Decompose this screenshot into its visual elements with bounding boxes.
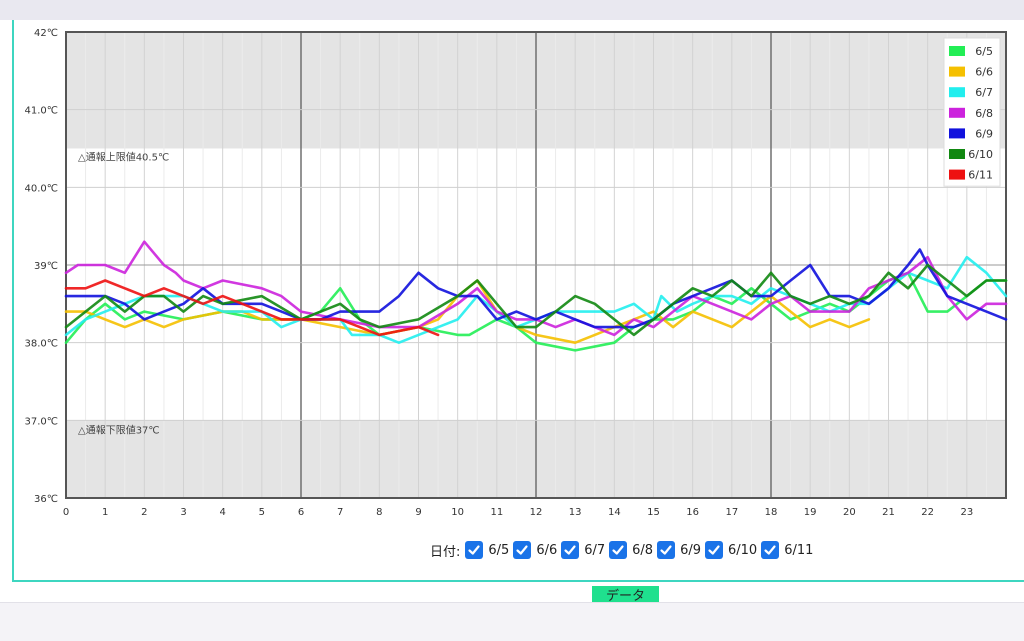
x-tick-label: 19: [804, 507, 817, 518]
x-tick-label: 16: [686, 507, 699, 518]
x-tick-label: 13: [569, 507, 582, 518]
x-tick-label: 17: [725, 507, 738, 518]
y-tick-label: 42℃: [34, 28, 58, 39]
checkbox-checked-icon[interactable]: [465, 541, 484, 559]
legend-swatch: [949, 107, 965, 118]
y-tick-label: 37.0℃: [25, 416, 59, 427]
x-tick-label: 0: [63, 507, 69, 518]
x-tick-label: 14: [608, 507, 621, 518]
legend-label: 6/5: [975, 45, 993, 58]
legend-label: 6/7: [975, 86, 993, 99]
x-tick-label: 21: [882, 507, 895, 518]
x-tick-label: 3: [180, 507, 186, 518]
top-bar: [0, 0, 1024, 20]
x-tick-label: 15: [647, 507, 660, 518]
y-tick-label: 39℃: [34, 261, 58, 272]
x-tick-label: 18: [765, 507, 778, 518]
date-filter-item[interactable]: 6/9: [657, 541, 701, 559]
x-tick-label: 11: [490, 507, 503, 518]
x-tick-label: 22: [921, 507, 934, 518]
panel-bottom-border: [12, 580, 1024, 582]
date-filter-items: 6/5 6/6 6/7 6/8 6/9 6/10 6/11: [465, 541, 817, 559]
legend-swatch: [949, 169, 965, 180]
checkbox-checked-icon[interactable]: [705, 541, 723, 559]
date-filter-item[interactable]: 6/8: [609, 541, 653, 559]
x-tick-label: 4: [219, 507, 225, 518]
checkbox-checked-icon[interactable]: [513, 541, 532, 559]
checkbox-checked-icon[interactable]: [609, 541, 628, 559]
checkbox-checked-icon[interactable]: [657, 541, 676, 559]
legend-label: 6/6: [975, 66, 993, 79]
date-filter-item[interactable]: 6/11: [761, 541, 813, 559]
x-tick-label: 23: [960, 507, 973, 518]
data-button[interactable]: データ: [592, 586, 659, 602]
legend-swatch: [949, 46, 965, 56]
upper-limit-label: △通報上限値40.5℃: [78, 151, 169, 164]
date-filter-label-item: 6/7: [584, 542, 606, 558]
x-tick-label: 5: [259, 507, 265, 518]
checkbox-checked-icon[interactable]: [561, 541, 580, 559]
date-filter-bar: 日付: 6/5 6/6 6/7 6/8 6/9 6/10 6/11: [430, 538, 817, 562]
date-filter-item[interactable]: 6/7: [561, 541, 605, 559]
legend-label: 6/10: [968, 148, 993, 161]
date-filter-label-item: 6/11: [784, 542, 814, 558]
y-tick-label: 40.0℃: [25, 183, 59, 194]
date-filter-label-item: 6/6: [536, 542, 558, 558]
x-tick-label: 9: [415, 507, 421, 518]
x-tick-label: 12: [530, 507, 543, 518]
bottom-bar: [0, 602, 1024, 641]
legend-label: 6/11: [968, 169, 993, 182]
legend-swatch: [949, 149, 965, 159]
date-filter-item[interactable]: 6/6: [513, 541, 557, 559]
date-filter-label: 日付:: [430, 544, 461, 560]
date-filter-label-item: 6/5: [488, 542, 510, 558]
legend-swatch: [949, 128, 965, 139]
x-tick-label: 20: [843, 507, 856, 518]
date-filter-label-item: 6/9: [680, 542, 701, 558]
lower-limit-label: △通報下限値37℃: [78, 423, 160, 436]
x-tick-label: 1: [102, 507, 108, 518]
legend-swatch: [949, 66, 965, 77]
x-tick-label: 8: [376, 507, 382, 518]
date-filter-item[interactable]: 6/5: [465, 541, 509, 559]
temperature-chart: 36℃37.0℃38.0℃39℃40.0℃41.0℃42℃0 1 2 3 4 5 6 7 8 9 1…: [25, 28, 1008, 518]
y-tick-label: 38.0℃: [25, 339, 59, 350]
x-tick-label: 10: [451, 507, 464, 518]
y-tick-label: 36℃: [34, 494, 58, 505]
legend-label: 6/8: [975, 107, 993, 120]
date-filter-item[interactable]: 6/10: [705, 541, 757, 559]
legend-swatch: [949, 87, 965, 98]
date-filter-label-item: 6/8: [632, 542, 654, 558]
x-tick-label: 7: [337, 507, 343, 518]
x-tick-label: 2: [141, 507, 147, 518]
legend-label: 6/9: [975, 127, 993, 140]
x-tick-label: 6: [298, 507, 304, 518]
y-tick-label: 41.0℃: [25, 106, 59, 117]
checkbox-checked-icon[interactable]: [761, 541, 780, 559]
date-filter-label-item: 6/10: [728, 542, 758, 558]
